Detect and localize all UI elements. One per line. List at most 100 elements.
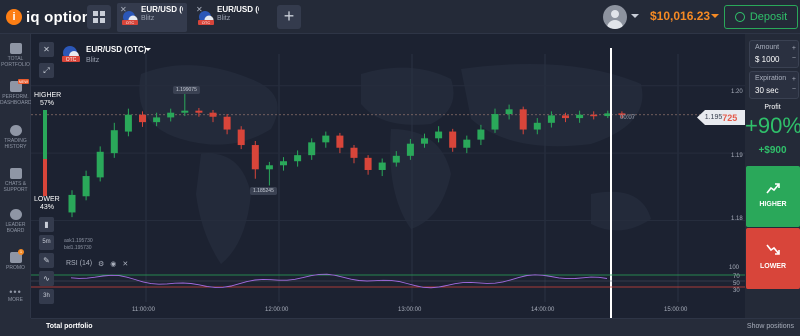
close-icon[interactable]: ✕ bbox=[122, 260, 128, 268]
tab-asset-2[interactable]: ✕ OTC EUR/USD (O... Blitz bbox=[193, 3, 263, 32]
high-price-tooltip: 1.199075 bbox=[173, 86, 200, 94]
sidebar-item-trading-history[interactable]: TRADING HISTORY bbox=[0, 125, 31, 150]
asset-selector[interactable]: EUR/USD (OTC) bbox=[86, 45, 146, 54]
candle bbox=[576, 114, 584, 119]
amount-field[interactable]: Amount $ 1000 + − bbox=[749, 40, 799, 68]
avatar[interactable] bbox=[603, 5, 627, 29]
rsi-tick-label: 100 bbox=[729, 265, 740, 271]
sidebar-item-label: PERFORM. DASHBOARD bbox=[0, 94, 32, 106]
brand-name: iq option bbox=[26, 8, 92, 26]
tab-asset-1[interactable]: ✕ OTC EUR/USD (O... Blitz bbox=[117, 3, 187, 32]
lower-button[interactable]: LOWER bbox=[746, 228, 800, 289]
more-icon: ••• bbox=[9, 287, 22, 297]
svg-text:OTC: OTC bbox=[66, 57, 77, 62]
logo-icon: i bbox=[6, 9, 22, 25]
settings-icon[interactable]: ⚙ bbox=[98, 260, 104, 268]
sidebar-item-promo[interactable]: 1 PROMO bbox=[0, 249, 31, 271]
indicator-button[interactable]: ∿ bbox=[39, 271, 54, 286]
sidebar-item-label: TRADING HISTORY bbox=[4, 138, 27, 150]
deposit-button[interactable]: Deposit bbox=[724, 5, 798, 29]
candle bbox=[139, 114, 146, 123]
price-chart[interactable] bbox=[31, 34, 745, 318]
bid-price: bid1.195730 bbox=[64, 245, 92, 251]
promo-badge: 1 bbox=[18, 249, 24, 255]
expiration-value[interactable]: 30 sec bbox=[755, 86, 779, 95]
sidebar-item-total-portfolio[interactable]: TOTAL PORTFOLIO bbox=[0, 43, 31, 68]
candle bbox=[435, 131, 443, 139]
candle bbox=[378, 162, 386, 170]
higher-sentiment-label: HIGHER bbox=[34, 92, 62, 99]
candle-size-button[interactable]: 3h bbox=[39, 289, 54, 304]
candle bbox=[167, 112, 175, 118]
candle bbox=[181, 110, 189, 113]
close-chart-button[interactable]: ✕ bbox=[39, 42, 54, 57]
svg-text:OTC: OTC bbox=[126, 20, 135, 25]
expand-icon[interactable]: ⤢ bbox=[39, 63, 54, 78]
brand-logo[interactable]: i iq option bbox=[6, 7, 91, 27]
expiration-field[interactable]: Expiration 30 sec + − bbox=[749, 71, 799, 99]
trend-up-icon bbox=[766, 183, 780, 194]
eur-usd-flag-icon: OTC bbox=[62, 46, 80, 62]
asset-grid-button[interactable] bbox=[87, 5, 111, 29]
account-balance[interactable]: $10,016.23 bbox=[650, 9, 710, 23]
x-tick-label: 14:00:00 bbox=[531, 307, 555, 313]
sidebar-item-label: PROMO bbox=[6, 265, 25, 271]
higher-label: HIGHER bbox=[759, 201, 787, 208]
sidebar-item-more[interactable]: ••• MORE bbox=[0, 287, 31, 304]
higher-button[interactable]: HIGHER bbox=[746, 166, 800, 227]
chevron-down-icon[interactable] bbox=[631, 14, 639, 18]
chevron-down-icon[interactable] bbox=[711, 14, 719, 18]
higher-sentiment-pct: 57% bbox=[40, 100, 55, 107]
lower-sentiment-label: LOWER bbox=[34, 196, 60, 203]
low-price-tooltip: 1.185245 bbox=[250, 187, 277, 195]
price-suffix: 725 bbox=[722, 112, 738, 123]
tab-asset-name: EUR/USD (O... bbox=[141, 5, 183, 14]
candle bbox=[463, 139, 471, 148]
rsi-tick-label: 50 bbox=[733, 281, 740, 287]
candle bbox=[421, 138, 428, 144]
sidebar-item-chats-support[interactable]: CHATS & SUPPORT bbox=[0, 168, 31, 193]
add-tab-button[interactable]: + bbox=[277, 5, 301, 29]
draw-tool-button[interactable]: ✎ bbox=[39, 253, 54, 268]
y-tick-label: 1.20 bbox=[731, 89, 743, 95]
amount-label: Amount bbox=[755, 44, 780, 51]
show-positions-link[interactable]: Show positions bbox=[747, 323, 794, 330]
candle bbox=[491, 114, 499, 130]
profit-amount: +$900 bbox=[758, 145, 787, 156]
expiry-timer: 00:07 bbox=[620, 115, 636, 121]
x-tick-label: 13:00:00 bbox=[398, 307, 422, 313]
rsi-label: RSI (14) bbox=[66, 260, 93, 267]
amount-stepper[interactable]: + − bbox=[792, 44, 796, 64]
candle bbox=[68, 194, 76, 213]
expiration-stepper[interactable]: + − bbox=[792, 75, 796, 95]
candle bbox=[124, 114, 132, 132]
chart-type-button[interactable]: ▮ bbox=[39, 217, 54, 232]
deposit-label: Deposit bbox=[749, 11, 788, 23]
eur-usd-flag-icon: OTC bbox=[122, 11, 138, 25]
total-portfolio-label[interactable]: Total portfolio bbox=[46, 323, 93, 330]
candle bbox=[392, 155, 400, 163]
candle bbox=[505, 109, 513, 115]
sidebar-item-leader-board[interactable]: LEADER BOARD bbox=[0, 209, 31, 234]
eye-icon[interactable]: ◉ bbox=[110, 260, 116, 268]
candle bbox=[533, 122, 541, 130]
timeframe-button[interactable]: 5m bbox=[39, 235, 54, 250]
candle bbox=[547, 115, 555, 123]
price-prefix: 1.195 bbox=[704, 114, 723, 121]
profit-percent: +90% bbox=[745, 113, 800, 138]
tab-asset-mode: Blitz bbox=[217, 15, 231, 22]
candle bbox=[308, 142, 316, 156]
candle bbox=[195, 110, 203, 113]
chevron-down-icon[interactable] bbox=[145, 48, 151, 51]
candle bbox=[562, 115, 569, 119]
new-badge: NEW bbox=[17, 79, 29, 84]
candle bbox=[265, 165, 273, 170]
deposit-icon bbox=[734, 12, 745, 22]
candle bbox=[322, 135, 330, 143]
amount-value[interactable]: $ 1000 bbox=[755, 55, 779, 64]
chart-area[interactable] bbox=[31, 34, 745, 318]
lower-sentiment-pct: 43% bbox=[40, 204, 55, 211]
bottom-corner bbox=[0, 318, 31, 336]
sidebar-item-performance-dashboard[interactable]: NEW PERFORM. DASHBOARD bbox=[0, 79, 32, 106]
sidebar-item-label: TOTAL PORTFOLIO bbox=[1, 56, 30, 68]
